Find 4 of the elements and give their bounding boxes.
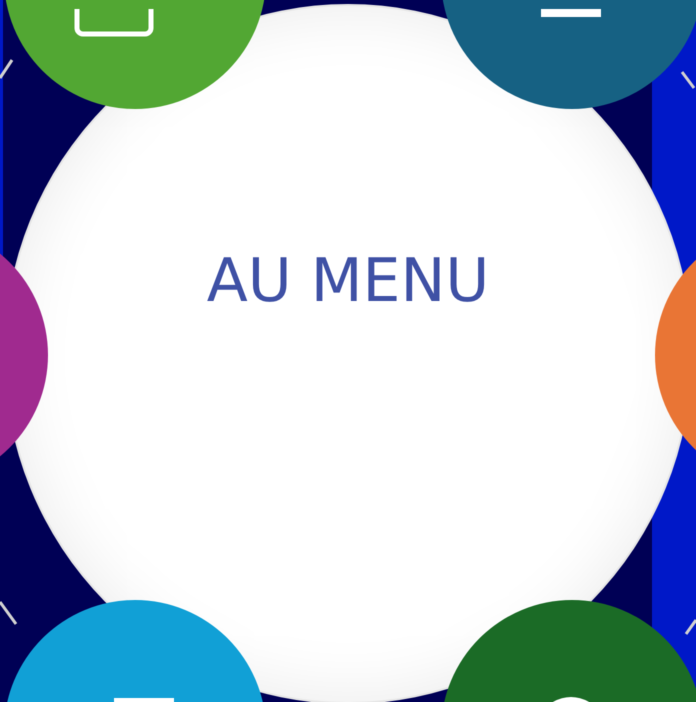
rectangle-icon: [541, 9, 601, 17]
menu-title: AU MENU: [206, 248, 490, 314]
chevron-icon[interactable]: [0, 600, 18, 626]
frame-icon: [74, 9, 154, 37]
